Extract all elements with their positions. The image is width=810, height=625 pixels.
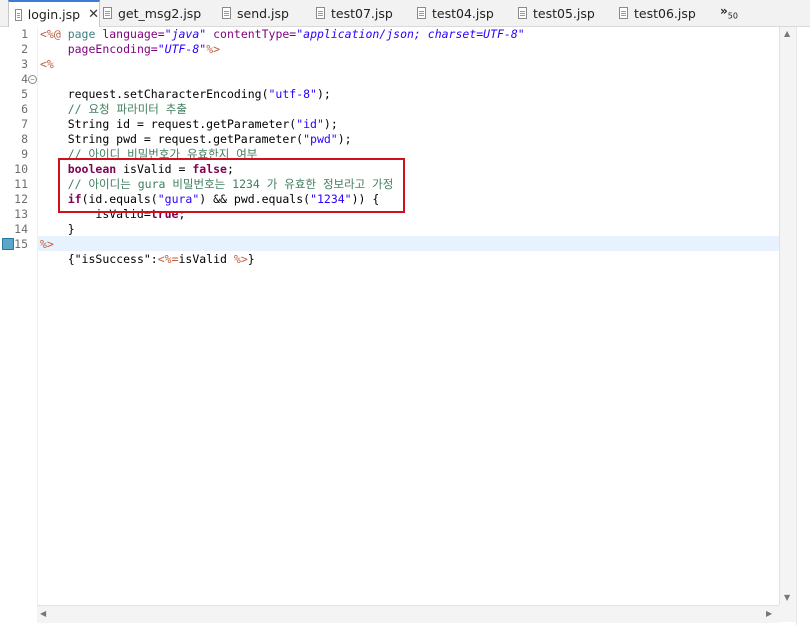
line-number: 4 xyxy=(21,72,28,86)
chevron-double-right-icon: » xyxy=(720,4,728,18)
tab-label: test05.jsp xyxy=(533,5,595,21)
tab-label: test07.jsp xyxy=(331,5,393,21)
tab-test05-jsp[interactable]: test05.jsp xyxy=(518,0,595,26)
overview-ruler xyxy=(796,27,810,625)
tab-overflow-button[interactable]: »50 xyxy=(720,4,738,20)
jsp-file-icon xyxy=(222,7,231,19)
line-number: 8 xyxy=(21,132,28,146)
tab-login-jsp[interactable]: login.jsp ✕ xyxy=(8,0,100,27)
line-number: 9 xyxy=(21,147,28,161)
scroll-up-arrow-icon[interactable]: ▲ xyxy=(784,29,790,38)
scroll-down-arrow-icon[interactable]: ▼ xyxy=(784,593,790,602)
code-line: <% xyxy=(40,57,54,71)
code-editor[interactable]: 1 2 3 4 − 5 6 7 8 9 10 11 12 13 14 15 <%… xyxy=(0,27,810,625)
line-number: 7 xyxy=(21,117,28,131)
code-line: String id = request.getParameter("id"); xyxy=(67,117,338,131)
code-line: pageEncoding="UTF-8"%> xyxy=(67,42,221,56)
editor-tab-bar: login.jsp ✕ get_msg2.jsp send.jsp test07… xyxy=(0,0,810,27)
tab-label: send.jsp xyxy=(237,5,289,21)
line-number-gutter: 1 2 3 4 − 5 6 7 8 9 10 11 12 13 14 15 xyxy=(0,27,38,605)
line-number: 2 xyxy=(21,42,28,56)
line-number: 14 xyxy=(14,222,28,236)
tab-test04-jsp[interactable]: test04.jsp xyxy=(417,0,494,26)
code-line: %> xyxy=(40,237,54,251)
jsp-file-icon xyxy=(518,7,527,19)
line-number: 11 xyxy=(14,177,28,191)
scroll-left-arrow-icon[interactable]: ◀ xyxy=(40,609,46,618)
tab-test07-jsp[interactable]: test07.jsp xyxy=(316,0,393,26)
tab-label: test06.jsp xyxy=(634,5,696,21)
hidden-tab-count: 50 xyxy=(727,11,738,21)
jsp-file-icon xyxy=(103,7,112,19)
code-line-current: {"isSuccess":<%=isValid %>} xyxy=(67,252,255,266)
code-line: <%@ page language="java" contentType="ap… xyxy=(40,27,525,41)
close-icon[interactable]: ✕ xyxy=(88,8,99,21)
annotation-highlight-box xyxy=(58,158,405,213)
line-number: 5 xyxy=(21,87,28,101)
line-number: 1 xyxy=(21,27,28,41)
jsp-file-icon xyxy=(619,7,628,19)
horizontal-scrollbar[interactable]: ◀ ▶ xyxy=(37,605,779,623)
line-number: 6 xyxy=(21,102,28,116)
code-line: request.setCharacterEncoding("utf-8"); xyxy=(67,87,331,101)
code-line: } xyxy=(67,222,75,236)
jsp-file-icon xyxy=(417,7,426,19)
tab-label: test04.jsp xyxy=(432,5,494,21)
tab-get-msg2-jsp[interactable]: get_msg2.jsp xyxy=(103,0,201,26)
fold-collapse-icon[interactable]: − xyxy=(28,75,37,84)
scrollbar-corner xyxy=(779,605,796,622)
jsp-file-icon xyxy=(15,8,22,21)
line-number: 13 xyxy=(14,207,28,221)
code-area[interactable]: <%@ page language="java" contentType="ap… xyxy=(37,27,779,605)
line-number: 3 xyxy=(21,57,28,71)
tab-send-jsp[interactable]: send.jsp xyxy=(222,0,289,26)
line-number: 15 xyxy=(14,237,28,251)
line-number: 10 xyxy=(14,162,28,176)
jsp-file-icon xyxy=(316,7,325,19)
tab-test06-jsp[interactable]: test06.jsp xyxy=(619,0,696,26)
line-number: 12 xyxy=(14,192,28,206)
scroll-right-arrow-icon[interactable]: ▶ xyxy=(766,609,772,618)
vertical-scrollbar[interactable]: ▲ ▼ xyxy=(779,27,797,605)
tab-label: login.jsp xyxy=(27,7,81,22)
tab-label: get_msg2.jsp xyxy=(118,5,202,21)
code-line: String pwd = request.getParameter("pwd")… xyxy=(67,132,352,146)
code-line: // 요청 파라미터 추출 xyxy=(67,102,187,116)
